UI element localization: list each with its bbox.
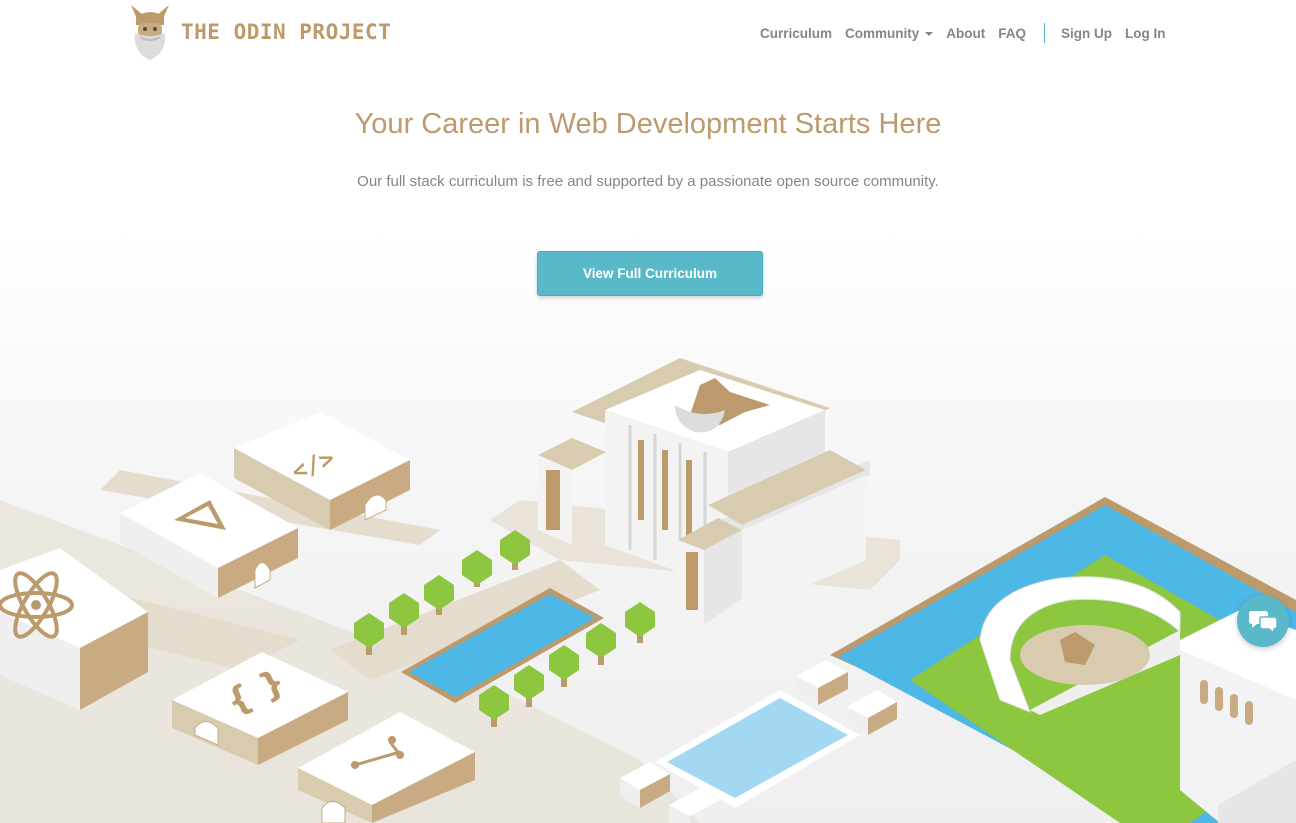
hero-illustration: </> { } xyxy=(0,358,1296,823)
nav-community[interactable]: Community xyxy=(845,25,934,41)
view-full-curriculum-button[interactable]: View Full Curriculum xyxy=(537,251,763,296)
nav-sign-up[interactable]: Sign Up xyxy=(1061,26,1112,41)
hero-title: Your Career in Web Development Starts He… xyxy=(354,108,942,140)
caret-down-icon xyxy=(925,31,934,36)
navbar: THE ODIN PROJECT Curriculum Community Ab… xyxy=(0,0,1296,64)
nav-curriculum[interactable]: Curriculum xyxy=(760,26,832,41)
nav-log-in[interactable]: Log In xyxy=(1125,26,1166,41)
brand-logo-link[interactable]: THE ODIN PROJECT xyxy=(127,3,391,61)
nav-community-label: Community xyxy=(845,25,920,41)
chat-bubbles-icon xyxy=(1249,611,1278,634)
brand-name: THE ODIN PROJECT xyxy=(181,20,392,44)
nav-faq[interactable]: FAQ xyxy=(998,26,1026,41)
odin-viking-head-icon xyxy=(131,5,169,60)
hero-subtitle: Our full stack curriculum is free and su… xyxy=(357,173,939,190)
chat-widget-button[interactable] xyxy=(1237,595,1289,647)
nav-divider xyxy=(1044,23,1046,43)
nav-links: Curriculum Community About FAQ Sign Up L… xyxy=(760,22,1179,44)
nav-about[interactable]: About xyxy=(946,26,985,41)
